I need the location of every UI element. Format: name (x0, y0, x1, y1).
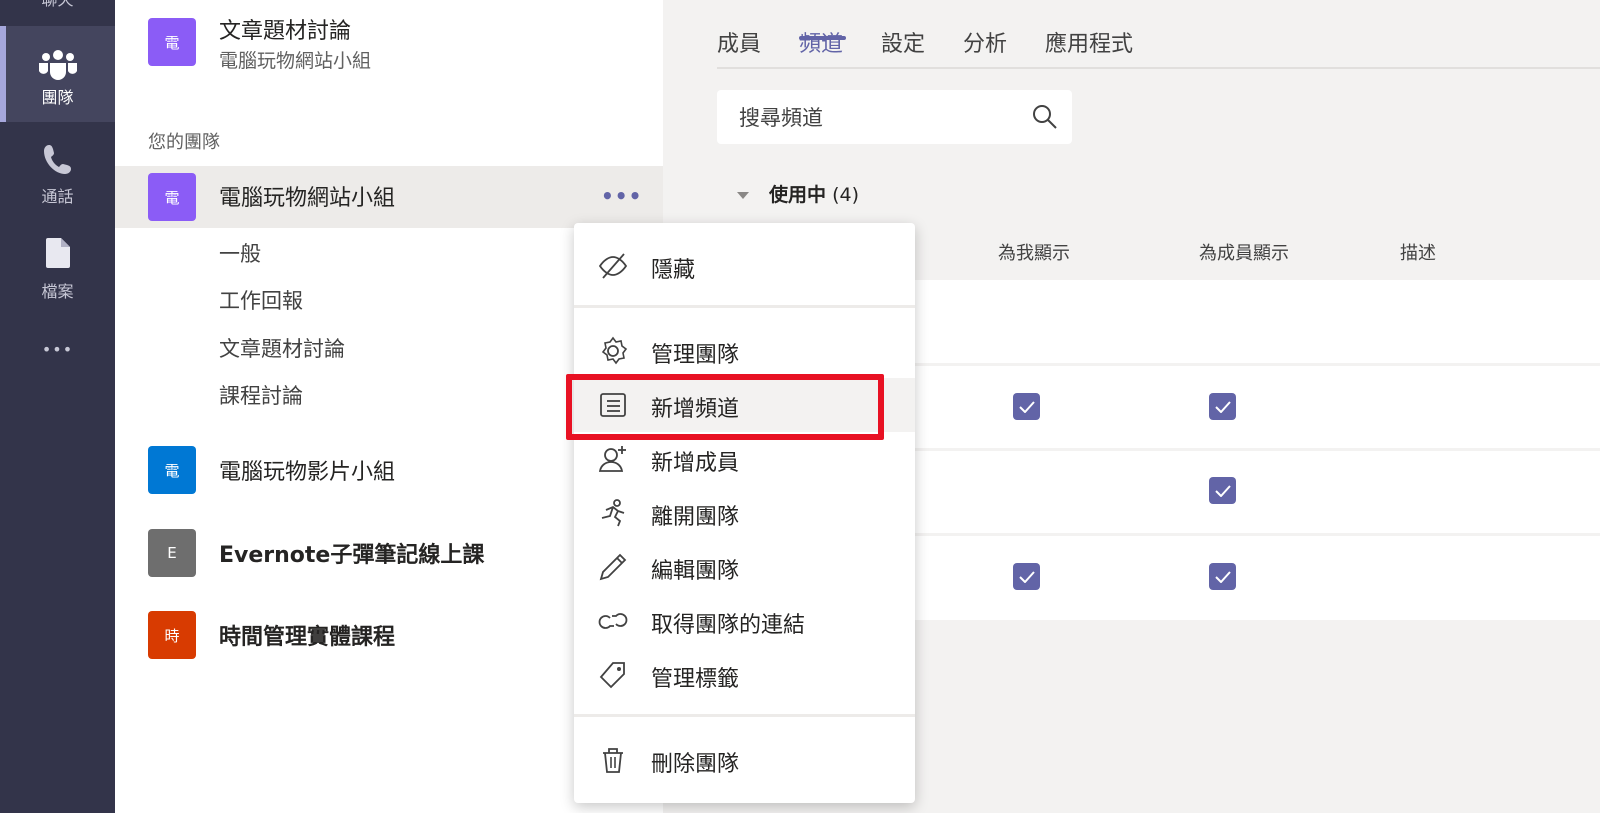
checkmark-icon (1214, 484, 1231, 497)
edit-icon (599, 553, 627, 581)
checkmark-icon (1018, 570, 1035, 583)
menu-divider (574, 714, 915, 717)
team-avatar: E (148, 529, 196, 577)
more-options-icon[interactable]: ••• (601, 184, 642, 208)
search-icon[interactable] (1032, 104, 1058, 130)
team-avatar: 時 (148, 611, 196, 659)
show-for-me-checkbox[interactable] (1013, 393, 1040, 420)
menu-item-manage-tags[interactable]: 管理標籤 (574, 648, 915, 702)
more-apps-icon[interactable]: ••• (0, 340, 115, 370)
show-for-members-checkbox[interactable] (1209, 477, 1236, 504)
menu-item-delete-team[interactable]: 刪除團隊 (574, 733, 915, 787)
menu-item-hide[interactable]: 隱藏 (574, 239, 915, 293)
rail-item-label: 檔案 (41, 282, 74, 301)
menu-item-get-link[interactable]: 取得團隊的連結 (574, 594, 915, 648)
team-avatar: 電 (148, 173, 196, 221)
channel-item[interactable]: 一般 (219, 238, 261, 268)
team-item-selected[interactable]: 電 電腦玩物網站小組 ••• (115, 166, 663, 228)
menu-item-label: 編輯團隊 (651, 559, 740, 584)
rail-item-calls[interactable]: 通話 (0, 140, 115, 210)
team-name: 電腦玩物網站小組 (219, 186, 396, 211)
search-input[interactable] (737, 90, 1021, 146)
rail-item-files[interactable]: 檔案 (0, 234, 115, 304)
checkmark-icon (1214, 400, 1231, 413)
tab-settings[interactable]: 設定 (881, 26, 925, 58)
column-header-description: 描述 (1400, 243, 1436, 264)
menu-item-label: 管理標籤 (651, 667, 740, 692)
rail-item-chat[interactable]: 聊天 (0, 0, 115, 22)
trash-icon (603, 748, 623, 773)
team-name: 文章題材討論 (219, 19, 352, 44)
menu-item-label: 新增成員 (651, 451, 740, 476)
show-for-members-checkbox[interactable] (1209, 393, 1236, 420)
app-rail: 聊天 團隊 通話 檔案 ••• (0, 0, 115, 813)
rail-item-label: 通話 (41, 187, 74, 206)
menu-item-label: 離開團隊 (651, 505, 740, 530)
section-count: (4) (832, 184, 859, 206)
active-section-header[interactable]: 使用中 (4) (737, 180, 859, 207)
menu-item-edit-team[interactable]: 編輯團隊 (574, 540, 915, 594)
calls-icon (43, 145, 71, 174)
tag-icon (599, 662, 625, 689)
tab-channels[interactable]: 頻道 (799, 26, 843, 58)
menu-item-label: 刪除團隊 (651, 752, 740, 777)
menu-item-add-member[interactable]: 新增成員 (574, 432, 915, 486)
channel-item[interactable]: 文章題材討論 (219, 333, 345, 363)
menu-item-label: 取得團隊的連結 (651, 613, 806, 638)
team-avatar: 電 (148, 18, 196, 66)
rail-item-label: 團隊 (41, 88, 74, 107)
column-header-show-for-me: 為我顯示 (998, 243, 1070, 264)
show-for-me-checkbox[interactable] (1013, 563, 1040, 590)
highlight-box (566, 374, 884, 440)
rail-item-label: 聊天 (0, 0, 115, 10)
checkmark-icon (1018, 400, 1035, 413)
section-label-your-teams: 您的團隊 (148, 132, 220, 153)
section-title: 使用中 (769, 184, 827, 206)
tab-divider (717, 67, 1600, 69)
menu-item-manage-team[interactable]: 管理團隊 (574, 324, 915, 378)
team-avatar: 電 (148, 446, 196, 494)
chevron-down-icon (737, 192, 749, 199)
hide-icon (598, 253, 628, 279)
rail-item-teams[interactable]: 團隊 (0, 26, 115, 122)
checkmark-icon (1214, 570, 1231, 583)
teams-icon (38, 50, 77, 80)
menu-item-label: 管理團隊 (651, 343, 740, 368)
add-member-icon (598, 446, 626, 472)
menu-item-leave-team[interactable]: 離開團隊 (574, 486, 915, 540)
tab-analytics[interactable]: 分析 (963, 26, 1007, 58)
gear-icon (601, 336, 628, 365)
link-icon (598, 613, 628, 629)
files-icon (45, 238, 70, 268)
show-for-members-checkbox[interactable] (1209, 563, 1236, 590)
channel-search-box (717, 90, 1072, 146)
menu-divider (574, 305, 915, 308)
team-name: Evernote子彈筆記線上課 (219, 543, 485, 568)
leave-team-icon (601, 499, 625, 527)
tab-apps[interactable]: 應用程式 (1045, 26, 1133, 58)
menu-item-label: 隱藏 (651, 258, 696, 283)
tab-members[interactable]: 成員 (717, 26, 761, 58)
team-name: 時間管理實體課程 (219, 625, 396, 650)
column-header-show-for-members: 為成員顯示 (1199, 243, 1289, 264)
team-subtitle: 電腦玩物網站小組 (219, 50, 372, 72)
channel-item[interactable]: 工作回報 (219, 285, 303, 315)
team-context-menu: 隱藏 管理團隊 新增頻道 新增成員 離開團隊 編輯團隊 取得團隊的連結 管理標籤… (574, 223, 915, 803)
active-tab-indicator (799, 36, 846, 40)
channel-item[interactable]: 課程討論 (219, 380, 303, 410)
team-name: 電腦玩物影片小組 (219, 460, 396, 485)
